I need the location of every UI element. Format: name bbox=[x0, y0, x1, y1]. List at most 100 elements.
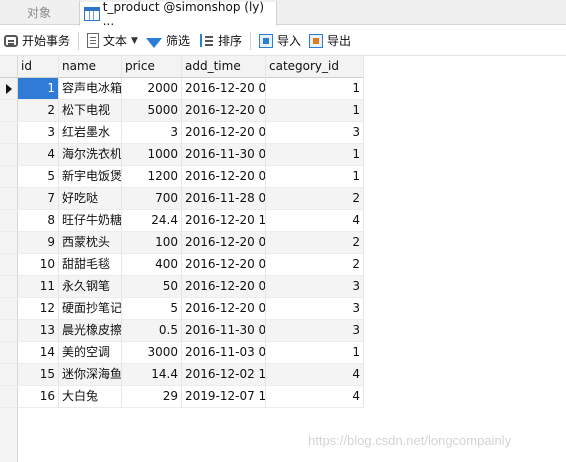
cell-id[interactable]: 10 bbox=[18, 254, 59, 276]
cell-add-time[interactable]: 2016-12-20 09 bbox=[182, 276, 266, 298]
column-header-add-time[interactable]: add_time bbox=[182, 56, 266, 78]
cell-id[interactable]: 7 bbox=[18, 188, 59, 210]
row-indicator[interactable] bbox=[0, 276, 18, 298]
row-indicator[interactable] bbox=[0, 210, 18, 232]
cell-price[interactable]: 3000 bbox=[122, 342, 182, 364]
row-indicator[interactable] bbox=[0, 298, 18, 320]
cell-id[interactable]: 12 bbox=[18, 298, 59, 320]
cell-add-time[interactable]: 2016-11-30 08 bbox=[182, 144, 266, 166]
cell-name[interactable]: 美的空调 bbox=[59, 342, 122, 364]
table-row[interactable]: 1 容声电冰箱 2000 2016-12-20 09 1 bbox=[0, 78, 364, 100]
cell-name[interactable]: 旺仔牛奶糖 bbox=[59, 210, 122, 232]
table-row[interactable]: 16 大白兔 29 2019-12-07 19 4 bbox=[0, 386, 364, 408]
table-row[interactable]: 11 永久钢笔 50 2016-12-20 09 3 bbox=[0, 276, 364, 298]
begin-transaction-button[interactable]: 开始事务 bbox=[0, 29, 74, 53]
cell-category-id[interactable]: 1 bbox=[266, 342, 364, 364]
row-indicator[interactable] bbox=[0, 364, 18, 386]
cell-price[interactable]: 14.4 bbox=[122, 364, 182, 386]
tab-objects[interactable]: 对象 bbox=[0, 0, 78, 25]
column-header-id[interactable]: id bbox=[18, 56, 59, 78]
cell-category-id[interactable]: 3 bbox=[266, 276, 364, 298]
row-indicator[interactable] bbox=[0, 144, 18, 166]
table-row[interactable]: 15 迷你深海鱼 14.4 2016-12-02 10 4 bbox=[0, 364, 364, 386]
cell-id[interactable]: 13 bbox=[18, 320, 59, 342]
cell-id[interactable]: 2 bbox=[18, 100, 59, 122]
cell-name[interactable]: 红岩墨水 bbox=[59, 122, 122, 144]
row-indicator[interactable] bbox=[0, 188, 18, 210]
cell-category-id[interactable]: 3 bbox=[266, 122, 364, 144]
cell-price[interactable]: 2000 bbox=[122, 78, 182, 100]
column-header-category-id[interactable]: category_id bbox=[266, 56, 364, 78]
cell-price[interactable]: 24.4 bbox=[122, 210, 182, 232]
cell-name[interactable]: 好吃哒 bbox=[59, 188, 122, 210]
cell-price[interactable]: 5000 bbox=[122, 100, 182, 122]
cell-add-time[interactable]: 2016-12-20 09 bbox=[182, 254, 266, 276]
cell-price[interactable]: 100 bbox=[122, 232, 182, 254]
export-button[interactable]: 导出 bbox=[305, 29, 355, 53]
text-button[interactable]: 文本 ▼ bbox=[83, 29, 142, 53]
cell-id[interactable]: 8 bbox=[18, 210, 59, 232]
cell-id[interactable]: 16 bbox=[18, 386, 59, 408]
cell-category-id[interactable]: 1 bbox=[266, 78, 364, 100]
filter-button[interactable]: 筛选 bbox=[142, 29, 194, 53]
cell-price[interactable]: 50 bbox=[122, 276, 182, 298]
row-indicator[interactable] bbox=[0, 232, 18, 254]
table-row[interactable]: 13 晨光橡皮擦 0.5 2016-11-30 09 3 bbox=[0, 320, 364, 342]
cell-category-id[interactable]: 2 bbox=[266, 254, 364, 276]
cell-add-time[interactable]: 2016-12-20 10 bbox=[182, 210, 266, 232]
cell-add-time[interactable]: 2016-11-03 09 bbox=[182, 342, 266, 364]
table-row[interactable]: 8 旺仔牛奶糖 24.4 2016-12-20 10 4 bbox=[0, 210, 364, 232]
sort-button[interactable]: 排序 bbox=[194, 29, 246, 53]
cell-price[interactable]: 400 bbox=[122, 254, 182, 276]
cell-price[interactable]: 29 bbox=[122, 386, 182, 408]
cell-add-time[interactable]: 2016-12-20 09 bbox=[182, 166, 266, 188]
cell-add-time[interactable]: 2016-12-20 09 bbox=[182, 122, 266, 144]
tab-table-t-product[interactable]: t_product @simonshop (ly) ... bbox=[79, 0, 277, 28]
current-row-indicator[interactable] bbox=[0, 78, 18, 100]
table-row[interactable]: 12 硬面抄笔记 5 2016-12-20 09 3 bbox=[0, 298, 364, 320]
cell-add-time[interactable]: 2016-12-20 09 bbox=[182, 232, 266, 254]
cell-category-id[interactable]: 3 bbox=[266, 298, 364, 320]
cell-id[interactable]: 1 bbox=[18, 78, 59, 100]
cell-price[interactable]: 5 bbox=[122, 298, 182, 320]
column-header-name[interactable]: name bbox=[59, 56, 122, 78]
cell-add-time[interactable]: 2016-12-20 09 bbox=[182, 78, 266, 100]
cell-id[interactable]: 15 bbox=[18, 364, 59, 386]
cell-name[interactable]: 大白兔 bbox=[59, 386, 122, 408]
cell-category-id[interactable]: 1 bbox=[266, 166, 364, 188]
cell-price[interactable]: 3 bbox=[122, 122, 182, 144]
cell-category-id[interactable]: 4 bbox=[266, 386, 364, 408]
chevron-down-icon[interactable]: ▼ bbox=[131, 36, 138, 46]
cell-id[interactable]: 14 bbox=[18, 342, 59, 364]
cell-add-time[interactable]: 2016-12-20 09 bbox=[182, 298, 266, 320]
cell-name[interactable]: 晨光橡皮擦 bbox=[59, 320, 122, 342]
cell-name[interactable]: 容声电冰箱 bbox=[59, 78, 122, 100]
cell-category-id[interactable]: 3 bbox=[266, 320, 364, 342]
cell-add-time[interactable]: 2016-11-28 08 bbox=[182, 188, 266, 210]
cell-category-id[interactable]: 4 bbox=[266, 210, 364, 232]
cell-id[interactable]: 4 bbox=[18, 144, 59, 166]
column-header-price[interactable]: price bbox=[122, 56, 182, 78]
table-row[interactable]: 14 美的空调 3000 2016-11-03 09 1 bbox=[0, 342, 364, 364]
cell-price[interactable]: 1200 bbox=[122, 166, 182, 188]
row-indicator[interactable] bbox=[0, 342, 18, 364]
table-row[interactable]: 4 海尔洗衣机 1000 2016-11-30 08 1 bbox=[0, 144, 364, 166]
cell-category-id[interactable]: 2 bbox=[266, 188, 364, 210]
cell-add-time[interactable]: 2019-12-07 19 bbox=[182, 386, 266, 408]
cell-id[interactable]: 11 bbox=[18, 276, 59, 298]
cell-name[interactable]: 甜甜毛毯 bbox=[59, 254, 122, 276]
cell-id[interactable]: 3 bbox=[18, 122, 59, 144]
cell-name[interactable]: 西蒙枕头 bbox=[59, 232, 122, 254]
cell-price[interactable]: 1000 bbox=[122, 144, 182, 166]
cell-category-id[interactable]: 1 bbox=[266, 144, 364, 166]
table-row[interactable]: 2 松下电视 5000 2016-12-20 09 1 bbox=[0, 100, 364, 122]
row-indicator[interactable] bbox=[0, 122, 18, 144]
cell-id[interactable]: 9 bbox=[18, 232, 59, 254]
cell-add-time[interactable]: 2016-12-02 10 bbox=[182, 364, 266, 386]
table-row[interactable]: 10 甜甜毛毯 400 2016-12-20 09 2 bbox=[0, 254, 364, 276]
cell-price[interactable]: 700 bbox=[122, 188, 182, 210]
cell-category-id[interactable]: 4 bbox=[266, 364, 364, 386]
cell-add-time[interactable]: 2016-11-30 09 bbox=[182, 320, 266, 342]
table-row[interactable]: 7 好吃哒 700 2016-11-28 08 2 bbox=[0, 188, 364, 210]
cell-name[interactable]: 永久钢笔 bbox=[59, 276, 122, 298]
